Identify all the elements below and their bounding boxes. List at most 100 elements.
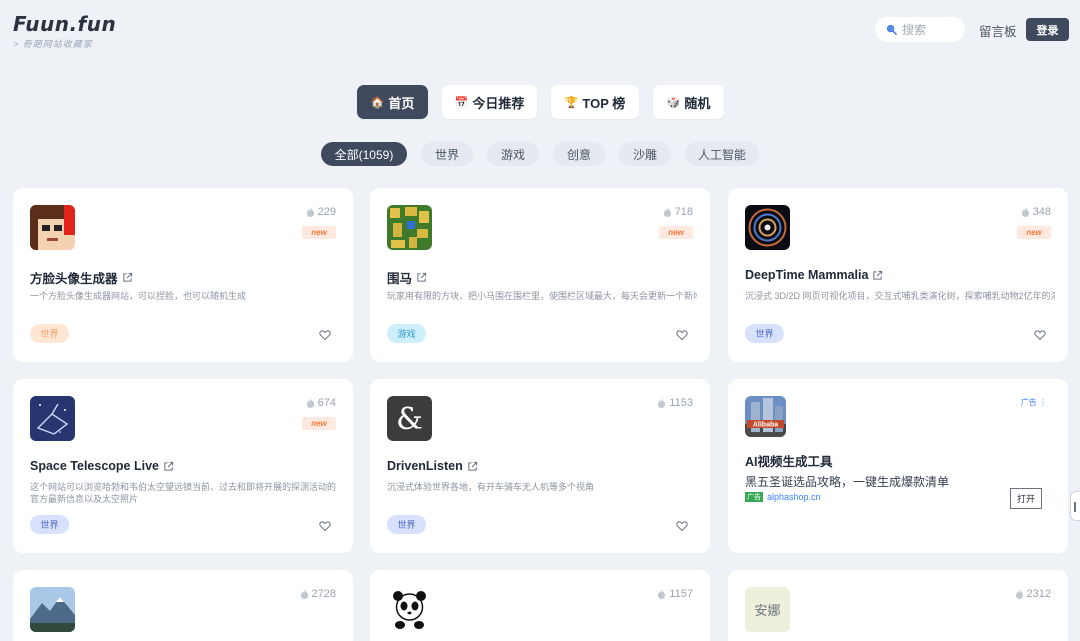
ad-open-button[interactable]: 打开 [1010,488,1042,509]
view-count-value: 2312 [1026,588,1051,600]
site-title[interactable]: DeepTime Mammalia [745,268,883,282]
nav-today-label: 今日推荐 [472,95,525,111]
external-link-icon [122,272,132,282]
ad-description: 黑五圣诞选品攻略，一键生成爆款清单 [745,475,950,489]
site-thumbnail: 安娜 [745,587,790,632]
nav-home-label: 首页 [388,95,415,111]
search-placeholder: 搜索 [902,23,927,37]
heart-icon[interactable] [319,520,331,532]
ad-badge[interactable]: 广告 ⋮ [1021,397,1047,408]
site-card[interactable]: 安娜 2312 [728,570,1068,641]
site-title-text: Space Telescope Live [30,459,159,473]
view-count: 718 [663,206,693,218]
category-tag[interactable]: 游戏 [387,324,426,343]
site-description: 沉浸式体验世界各地，有开车骑车无人机等多个视角 [387,482,595,492]
site-card[interactable]: & 1153 DrivenListen 沉浸式体验世界各地，有开车骑车无人机等多… [370,379,710,553]
message-board-link[interactable]: 留言板 [979,21,1017,40]
site-card[interactable]: 718 new 围马 玩家用有限的方块，把小马围在围栏里，使围栏区域最大，每天会… [370,188,710,362]
site-description: 一个方脸头像生成器网站，可以捏脸，也可以随机生成 [30,291,247,301]
site-card[interactable]: 1157 [370,570,710,641]
side-panel-handle[interactable] [1070,491,1080,521]
heart-icon[interactable] [676,520,688,532]
site-title-text: DeepTime Mammalia [745,268,869,282]
external-link-icon [417,272,427,282]
site-thumbnail [387,587,432,632]
new-badge: new [659,226,693,239]
nav-home[interactable]: 🏠 首页 [357,85,428,119]
category-filters: 全部(1059) 世界 游戏 创意 沙雕 人工智能 [0,142,1080,166]
ad-domain-logo: 广告 [745,492,763,502]
category-tag[interactable]: 世界 [387,515,426,534]
heart-icon[interactable] [676,329,688,341]
flame-icon [658,398,666,408]
view-count-value: 348 [1032,206,1051,218]
site-card[interactable]: 229 new 方脸头像生成器 一个方脸头像生成器网站，可以捏脸，也可以随机生成… [13,188,353,362]
site-thumbnail [745,205,790,250]
ad-badge-label: 广告 [1020,398,1037,407]
site-title[interactable]: DrivenListen [387,459,478,473]
category-tag[interactable]: 世界 [30,515,69,534]
site-thumbnail [387,205,432,250]
new-badge: new [302,226,336,239]
flame-icon [300,589,308,599]
view-count-value: 1157 [669,588,693,600]
site-title-text: DrivenListen [387,459,463,473]
site-title[interactable]: 围马 [387,268,427,287]
flame-icon [306,207,314,217]
search-input[interactable]: 搜索 [875,17,965,42]
flame-icon [306,398,314,408]
filter-all[interactable]: 全部(1059) [321,142,407,166]
site-title-text: 方脸头像生成器 [30,272,118,286]
new-badge: new [302,417,336,430]
category-tag[interactable]: 世界 [30,324,69,343]
filter-game[interactable]: 游戏 [487,142,539,166]
filter-ai[interactable]: 人工智能 [685,142,759,166]
nav-random[interactable]: 🎲 随机 [653,85,724,119]
ad-title[interactable]: AI视频生成工具 [745,451,833,470]
filter-world[interactable]: 世界 [421,142,473,166]
nav-top[interactable]: 🏆 TOP 榜 [551,85,639,119]
site-description: 沉浸式 3D/2D 网页可视化项目，交互式哺乳类演化树，探索哺乳动物2亿年的演化 [745,291,1055,301]
nav-top-label: TOP 榜 [582,95,626,111]
calendar-icon: 📅 [454,96,469,109]
site-card[interactable]: 674 new Space Telescope Live 这个网站可以浏览哈勃和… [13,379,353,553]
external-link-icon [164,461,174,471]
ad-thumbnail: Alibaba [745,396,786,437]
site-card[interactable]: 2728 [13,570,353,641]
flame-icon [1015,589,1023,599]
site-thumbnail: & [387,396,432,441]
heart-icon[interactable] [319,329,331,341]
trophy-icon: 🏆 [564,96,579,109]
site-title[interactable]: Space Telescope Live [30,459,174,473]
main-nav: 🏠 首页 📅 今日推荐 🏆 TOP 榜 🎲 随机 [0,85,1080,119]
view-count: 1157 [657,588,693,600]
ad-domain[interactable]: 广告 alphashop.cn [745,492,821,502]
view-count: 2312 [1015,588,1051,600]
dice-icon: 🎲 [666,96,681,109]
ad-thumb-text: Alibaba [753,422,778,429]
heart-icon[interactable] [1034,329,1046,341]
flame-icon [658,589,666,599]
site-title-text: 围马 [387,272,413,286]
filter-creative[interactable]: 创意 [553,142,605,166]
view-count: 348 [1021,206,1051,218]
home-icon: 🏠 [370,96,385,109]
site-card[interactable]: 348 new DeepTime Mammalia 沉浸式 3D/2D 网页可视… [728,188,1068,362]
site-description: 玩家用有限的方块，把小马围在围栏里，使围栏区域最大，每天会更新一个新地图 [387,291,697,301]
view-count-value: 718 [674,206,693,218]
nav-random-label: 随机 [684,95,711,111]
flame-icon [1021,207,1029,217]
site-thumbnail [30,205,75,250]
nav-today[interactable]: 📅 今日推荐 [442,85,537,119]
view-count-value: 674 [317,397,336,409]
search-icon [886,24,897,35]
ad-card[interactable]: Alibaba 广告 ⋮ AI视频生成工具 黑五圣诞选品攻略，一键生成爆款清单 … [728,379,1068,553]
login-button[interactable]: 登录 [1026,18,1069,41]
site-title[interactable]: 方脸头像生成器 [30,268,133,287]
external-link-icon [873,270,883,280]
filter-silly[interactable]: 沙雕 [619,142,671,166]
view-count: 229 [306,206,336,218]
category-tag[interactable]: 世界 [745,324,784,343]
view-count-value: 2728 [311,588,336,600]
site-logo[interactable]: Fuun.fun > 奇葩网站收藏家 [13,12,116,50]
